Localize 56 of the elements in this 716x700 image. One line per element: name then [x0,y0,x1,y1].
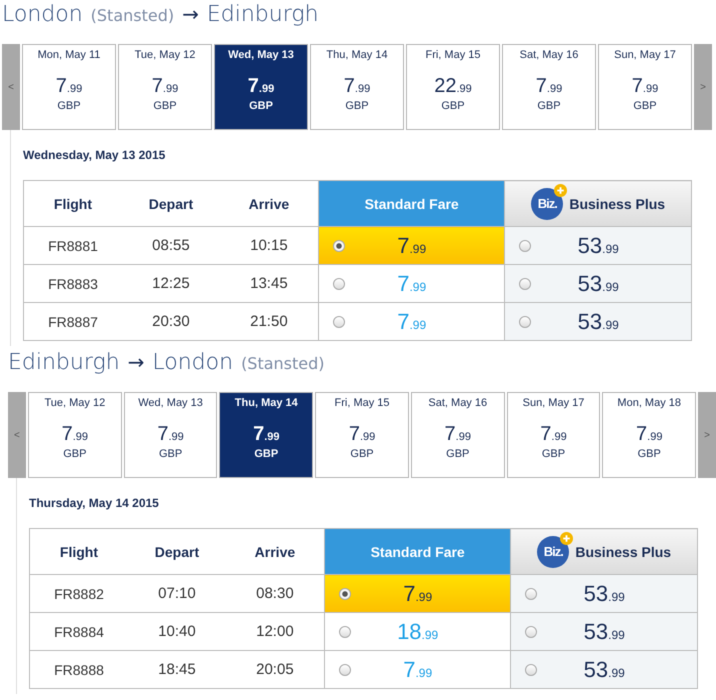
business-plus-header: Business Plus [575,544,672,560]
depart-time: 12:25 [122,264,220,302]
standard-fare-cell[interactable]: 7.99 [318,226,505,264]
date-heading: Thursday, May 14 2015 [29,496,160,512]
date-tab[interactable]: Thu, May 14 7.99 GBP [310,44,404,130]
arrive-time: 12:00 [226,612,324,650]
date-tab[interactable]: Sun, May 17 7.99 GBP [598,44,692,130]
date-tab[interactable]: Tue, May 12 7.99 GBP [28,392,122,478]
city-name: London [152,350,234,375]
airport-note: (Stansted) [241,354,325,373]
flight-number: FR8888 [30,650,128,688]
flight-number: FR8882 [30,574,128,612]
depart-time: 07:10 [128,574,226,612]
business-fare-cell[interactable]: 53.99 [510,574,698,612]
business-fare-cell[interactable]: 53.99 [510,650,698,688]
arrive-time: 20:05 [226,650,324,688]
standard-fare-header: Standard Fare [318,180,505,226]
business-plus-header: Business Plus [569,196,666,212]
standard-fare-cell[interactable]: 7.99 [324,574,511,612]
flight-number: FR8884 [30,612,128,650]
date-tab[interactable]: Wed, May 13 7.99 GBP [214,44,308,130]
column-header: Depart [122,180,220,226]
arrive-time: 13:45 [220,264,318,302]
date-tab[interactable]: Thu, May 14 7.99 GBP [219,392,314,478]
date-tab[interactable]: Sat, May 16 7.99 GBP [410,392,505,478]
date-tab[interactable]: Tue, May 12 7.99 GBP [118,44,212,130]
date-heading: Wednesday, May 13 2015 [23,148,166,164]
date-tab[interactable]: Fri, May 15 22.99 GBP [406,44,500,130]
column-header: Flight [30,528,128,574]
date-tab[interactable]: Wed, May 13 7.99 GBP [124,392,218,478]
arrow-icon: → [128,350,144,374]
depart-time: 20:30 [122,302,220,340]
column-header: Flight [24,180,122,226]
depart-time: 08:55 [122,226,220,264]
date-tab[interactable]: Sat, May 16 7.99 GBP [502,44,596,130]
flight-number: FR8887 [24,302,122,340]
standard-fare-header: Standard Fare [324,528,511,574]
city-name: Edinburgh [8,350,120,375]
date-tab[interactable]: Mon, May 18 7.99 GBP [602,392,696,478]
date-tab[interactable]: Fri, May 15 7.99 GBP [315,392,409,478]
city-name: Edinburgh [206,2,319,27]
business-fare-cell[interactable]: 53.99 [504,302,692,340]
business-fare-cell[interactable]: 53.99 [510,612,698,650]
arrow-icon: → [182,2,199,26]
city-name: London [2,2,83,27]
depart-time: 18:45 [128,650,226,688]
date-tab[interactable]: Sun, May 17 7.99 GBP [506,392,600,478]
flight-number: FR8881 [24,226,122,264]
airport-note: (Stansted) [90,6,174,25]
arrive-time: 21:50 [220,302,318,340]
business-fare-cell[interactable]: 53.99 [504,264,692,302]
business-fare-cell[interactable]: 53.99 [504,226,692,264]
date-tab[interactable]: Mon, May 11 7.99 GBP [22,44,116,130]
depart-time: 10:40 [128,612,226,650]
flight-number: FR8883 [24,264,122,302]
column-header: Depart [128,528,226,574]
